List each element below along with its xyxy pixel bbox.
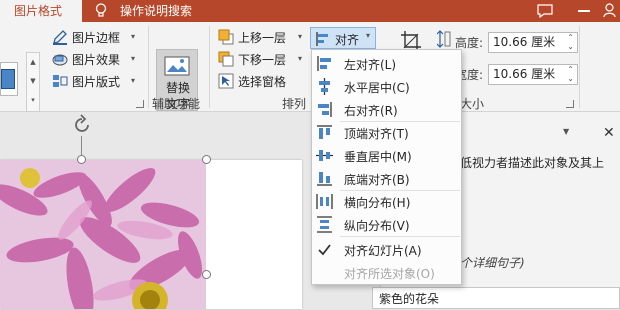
picture-layout-icon	[53, 75, 68, 87]
spinner-arrows-icon[interactable]: ⌃ ⌄	[567, 33, 574, 51]
pencil-border-icon	[53, 30, 67, 45]
selection-pane-icon	[218, 73, 234, 89]
check-icon	[318, 244, 331, 256]
picture-border-button[interactable]: 图片边框	[52, 27, 120, 47]
align-center-icon	[319, 78, 330, 95]
title-bar	[0, 0, 620, 22]
group-divider	[148, 26, 149, 108]
menu-item-align-top[interactable]: 顶端对齐(T)	[312, 121, 461, 144]
bring-forward-caret-icon[interactable]: ▾	[298, 32, 302, 41]
align-top-icon	[317, 125, 332, 139]
picture-effects-button[interactable]: 图片效果	[52, 49, 120, 69]
size-launcher-icon[interactable]	[566, 100, 574, 108]
selected-picture[interactable]	[0, 160, 206, 309]
alt-text-instructions: 低视力者描述此对象及其上	[460, 156, 605, 170]
picture-layout-caret-icon[interactable]: ▾	[131, 76, 135, 85]
alt-text-input[interactable]: 紫色的花朵	[372, 287, 620, 309]
rotate-connector	[81, 136, 82, 156]
menu-item-distribute-horizontal[interactable]: 横向分布(H)	[312, 190, 461, 213]
menu-separator	[340, 236, 460, 237]
purple-flowers-image	[0, 160, 206, 309]
accessibility-group-label: 辅助功能	[152, 97, 201, 111]
menu-item-align-to-slide[interactable]: 对齐幻灯片(A)	[312, 238, 461, 261]
send-backward-caret-icon[interactable]: ▾	[298, 54, 302, 63]
resize-handle-top[interactable]	[77, 155, 86, 164]
picture-layout-button[interactable]: 图片版式	[52, 71, 120, 91]
selection-pane-button[interactable]: 选择窗格	[218, 71, 286, 91]
close-icon[interactable]: ✕	[603, 125, 615, 141]
menu-item-align-right[interactable]: 右对齐(R)	[312, 98, 461, 121]
picture-style-thumbnail[interactable]	[0, 62, 18, 96]
resize-handle-top-right[interactable]	[202, 155, 211, 164]
distribute-horizontal-icon	[316, 194, 333, 209]
menu-item-align-bottom[interactable]: 底端对齐(B)	[312, 167, 461, 190]
menu-item-align-selected-objects[interactable]: 对齐所选对象(O)	[312, 261, 461, 284]
gallery-more-icon[interactable]: ▾	[27, 91, 39, 110]
group-divider	[579, 26, 580, 108]
collapse-icon[interactable]	[578, 10, 590, 12]
arrange-group-label: 排列	[282, 97, 307, 111]
align-right-icon	[318, 102, 332, 117]
height-icon	[437, 30, 451, 48]
align-dropdown-menu: 左对齐(L) 水平居中(C) 右对齐(R) 顶端对齐(T) 垂直居中(M) 底端…	[311, 49, 462, 285]
menu-item-align-center[interactable]: 水平居中(C)	[312, 75, 461, 98]
distribute-vertical-icon	[317, 216, 332, 233]
align-bottom-icon	[317, 172, 332, 186]
chevron-down-icon: ▾	[366, 31, 371, 40]
pane-options-icon[interactable]: ▼	[563, 127, 569, 136]
bring-forward-icon	[218, 29, 234, 45]
rotate-handle-icon[interactable]	[71, 114, 93, 136]
tell-me-search[interactable]: 操作说明搜索	[120, 0, 192, 22]
lightbulb-icon[interactable]	[95, 3, 107, 18]
height-spinner[interactable]: 10.66 厘米 ⌃ ⌄	[488, 32, 578, 53]
spinner-arrows-icon[interactable]: ⌃ ⌄	[567, 65, 574, 83]
align-left-icon	[317, 56, 331, 71]
tab-picture-format[interactable]: 图片格式	[0, 0, 82, 22]
menu-item-align-left[interactable]: 左对齐(L)	[312, 52, 461, 75]
bring-forward-button[interactable]: 上移一层	[218, 27, 286, 47]
picture-border-caret-icon[interactable]: ▾	[131, 32, 135, 41]
gallery-up-icon[interactable]: ▲	[27, 53, 39, 72]
alt-text-picture-icon	[164, 56, 190, 76]
gallery-down-icon[interactable]: ▼	[27, 72, 39, 91]
group-divider	[209, 26, 210, 108]
align-objects-icon	[316, 32, 328, 46]
resize-handle-right[interactable]	[202, 270, 211, 279]
menu-item-distribute-vertical[interactable]: 纵向分布(V)	[312, 213, 461, 236]
gallery-scroll[interactable]: ▲ ▼ ▾	[26, 52, 40, 112]
share-person-icon[interactable]	[603, 3, 616, 18]
alt-text-hint: 个详细句子)	[460, 256, 525, 270]
picture-styles-launcher-icon[interactable]	[136, 100, 144, 108]
width-spinner[interactable]: 10.66 厘米 ⌃ ⌄	[488, 64, 578, 85]
size-group-label: 大小	[460, 97, 485, 111]
menu-item-align-middle[interactable]: 垂直居中(M)	[312, 144, 461, 167]
align-button[interactable]: 对齐 ▾	[310, 27, 376, 49]
send-backward-icon	[218, 51, 234, 67]
align-middle-icon	[316, 150, 333, 161]
picture-effects-caret-icon[interactable]: ▾	[131, 54, 135, 63]
comment-icon[interactable]	[537, 4, 553, 18]
send-backward-button[interactable]: 下移一层	[218, 49, 286, 69]
picture-effects-icon	[52, 54, 68, 66]
